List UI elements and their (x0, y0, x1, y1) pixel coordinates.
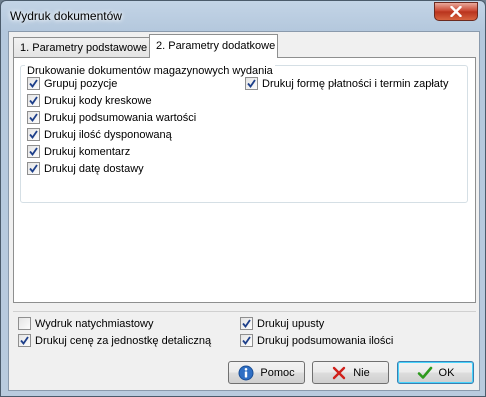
checkbox-drukuj-kody-kreskowe[interactable]: Drukuj kody kreskowe (27, 94, 152, 107)
checkmark-icon (20, 336, 29, 345)
checkbox-label: Drukuj upusty (257, 317, 325, 330)
checkbox-box[interactable] (18, 334, 31, 347)
checkbox-box[interactable] (245, 77, 258, 90)
checkbox-label: Wydruk natychmiastowy (35, 317, 154, 330)
checkbox-label: Drukuj podsumowania ilości (257, 334, 394, 347)
checkmark-icon (29, 96, 38, 105)
tab-label: 1. Parametry podstawowe (20, 42, 148, 54)
checkbox-drukuj-komentarz[interactable]: Drukuj komentarz (27, 145, 130, 158)
checkbox-drukuj-upusty[interactable]: Drukuj upusty (240, 317, 324, 330)
title-bar[interactable]: Wydruk dokumentów (1, 1, 485, 31)
checkmark-icon (29, 164, 38, 173)
checkbox-grupuj-pozycje[interactable]: Grupuj pozycje (27, 77, 117, 90)
window-title: Wydruk dokumentów (10, 9, 122, 23)
checkbox-box[interactable] (27, 145, 40, 158)
checkbox-box[interactable] (27, 94, 40, 107)
checkbox-label: Drukuj podsumowania wartości (44, 111, 197, 124)
checkmark-icon (29, 147, 38, 156)
checkbox-label: Drukuj formę płatności i termin zapłaty (262, 77, 449, 90)
checkbox-label: Drukuj komentarz (44, 145, 131, 158)
checkbox-box[interactable] (27, 128, 40, 141)
checkbox-drukuj-date-dostawy[interactable]: Drukuj datę dostawy (27, 162, 144, 175)
help-button[interactable]: Pomoc (228, 361, 305, 384)
checkbox-label: Drukuj ilość dysponowaną (44, 128, 172, 141)
checkmark-icon (29, 113, 38, 122)
checkmark-icon (29, 130, 38, 139)
checkbox-drukuj-ilosc-dysponowana[interactable]: Drukuj ilość dysponowaną (27, 128, 172, 141)
checkbox-label: Grupuj pozycje (44, 77, 118, 90)
checkbox-box[interactable] (27, 77, 40, 90)
tab-parametry-podstawowe[interactable]: 1. Parametry podstawowe (13, 37, 150, 58)
checkbox-box[interactable] (27, 111, 40, 124)
ok-button-label: OK (438, 366, 455, 379)
checkbox-drukuj-forme-platnosci[interactable]: Drukuj formę płatności i termin zapłaty (245, 77, 448, 90)
group-label: Drukowanie dokumentów magazynowych wydan… (25, 65, 275, 77)
cross-icon (333, 366, 346, 379)
checkbox-box[interactable] (240, 334, 253, 347)
help-button-label: Pomoc (260, 366, 295, 379)
close-icon (450, 6, 462, 17)
tab-parametry-dodatkowe[interactable]: 2. Parametry dodatkowe (149, 34, 278, 58)
info-icon (238, 365, 254, 380)
checkbox-wydruk-natychmiastowy[interactable]: Wydruk natychmiastowy (18, 317, 154, 330)
divider (13, 311, 476, 312)
checkmark-icon (247, 79, 256, 88)
dialog-body: 1. Parametry podstawowe 2. Parametry dod… (8, 31, 480, 391)
checkbox-label: Drukuj cenę za jednostkę detaliczną (35, 334, 212, 347)
checkbox-box[interactable] (27, 162, 40, 175)
no-button[interactable]: Nie (312, 361, 389, 384)
checkbox-drukuj-cene-detaliczna[interactable]: Drukuj cenę za jednostkę detaliczną (18, 334, 211, 347)
checkmark-icon (242, 336, 251, 345)
close-button[interactable] (434, 2, 478, 21)
dialog-window: Wydruk dokumentów 1. Parametry podstawow… (0, 0, 486, 397)
checkbox-label: Drukuj kody kreskowe (44, 94, 152, 107)
tab-panel: Drukowanie dokumentów magazynowych wydan… (13, 57, 476, 303)
checkbox-box[interactable] (18, 317, 31, 330)
no-button-label: Nie (353, 366, 370, 379)
checkmark-icon (242, 319, 251, 328)
tab-label: 2. Parametry dodatkowe (156, 40, 276, 52)
checkmark-icon (417, 366, 432, 379)
checkmark-icon (29, 79, 38, 88)
checkbox-label: Drukuj datę dostawy (44, 162, 144, 175)
group-drukowanie: Drukowanie dokumentów magazynowych wydan… (20, 65, 468, 203)
ok-button[interactable]: OK (397, 361, 474, 384)
checkbox-drukuj-podsumowania-wartosci[interactable]: Drukuj podsumowania wartości (27, 111, 196, 124)
checkbox-drukuj-podsumowania-ilosci[interactable]: Drukuj podsumowania ilości (240, 334, 393, 347)
checkbox-box[interactable] (240, 317, 253, 330)
